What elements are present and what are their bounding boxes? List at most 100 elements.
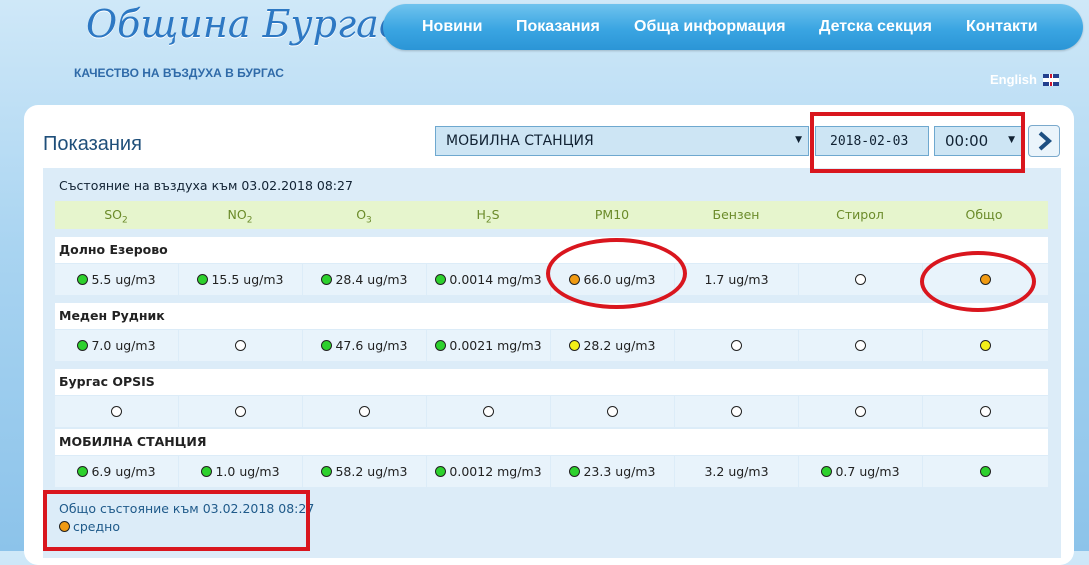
station-select[interactable]: МОБИЛНА СТАНЦИЯ ▼ — [435, 126, 809, 156]
reading-cell-total — [923, 330, 1048, 361]
status-dot-icon — [235, 340, 246, 351]
reading-value: 0.0012 mg/m3 — [449, 464, 542, 479]
status-dot-icon — [77, 466, 89, 477]
station-select-value: МОБИЛНА СТАНЦИЯ — [446, 133, 594, 149]
status-dot-icon — [569, 466, 581, 477]
nav-contacts[interactable]: Контакти — [966, 18, 1038, 36]
nav-readings[interactable]: Показания — [516, 18, 600, 36]
next-button[interactable] — [1028, 125, 1060, 157]
reading-cell-no2 — [179, 330, 302, 361]
reading-cell-no2: 1.0 ug/m3 — [179, 456, 302, 487]
reading-cell-no2 — [179, 396, 302, 427]
status-dot-icon — [821, 466, 833, 477]
status-dot-icon — [855, 274, 866, 285]
status-dot-icon — [855, 340, 866, 351]
annotation-box-summary — [43, 490, 310, 551]
reading-value: 0.0021 mg/m3 — [449, 338, 542, 353]
status-dot-icon — [731, 340, 742, 351]
reading-value: 0.7 ug/m3 — [835, 464, 900, 479]
status-dot-icon — [435, 466, 447, 477]
reading-cell-o3: 28.4 ug/m3 — [303, 264, 426, 295]
reading-cell-total — [923, 396, 1048, 427]
reading-cell-pm10: 28.2 ug/m3 — [551, 330, 674, 361]
nav-general-info[interactable]: Обща информация — [634, 18, 786, 36]
status-dot-icon — [483, 406, 494, 417]
reading-value: 47.6 ug/m3 — [335, 338, 408, 353]
reading-cell-benzene — [675, 396, 798, 427]
reading-cell-o3: 58.2 ug/m3 — [303, 456, 426, 487]
reading-cell-styrene — [799, 396, 922, 427]
status-dot-icon — [855, 406, 866, 417]
column-header-benzene: Бензен — [712, 207, 760, 222]
status-dot-icon — [435, 340, 447, 351]
column-header-styrene: Стирол — [836, 207, 884, 222]
status-dot-icon — [321, 466, 333, 477]
status-dot-icon — [359, 406, 370, 417]
annotation-box-datetime — [810, 112, 1025, 173]
column-header-pm10: PM10 — [594, 207, 630, 222]
reading-cell-no2: 15.5 ug/m3 — [179, 264, 302, 295]
reading-cell-benzene: 1.7 ug/m3 — [675, 264, 798, 295]
status-dot-icon — [569, 340, 581, 351]
status-dot-icon — [980, 340, 991, 351]
reading-value: 3.2 ug/m3 — [704, 464, 769, 479]
reading-cell-styrene: 0.7 ug/m3 — [799, 456, 922, 487]
reading-cell-so2: 5.5 ug/m3 — [55, 264, 178, 295]
reading-value: 1.0 ug/m3 — [215, 464, 280, 479]
reading-value: 6.9 ug/m3 — [91, 464, 156, 479]
status-dot-icon — [321, 340, 333, 351]
status-dot-icon — [111, 406, 122, 417]
status-dot-icon — [731, 406, 742, 417]
station-name: Долно Езерово — [59, 242, 168, 257]
reading-value: 15.5 ug/m3 — [211, 272, 284, 287]
reading-value: 28.4 ug/m3 — [335, 272, 408, 287]
status-dot-icon — [235, 406, 246, 417]
station-name-row — [55, 303, 1048, 329]
page-title: Показания — [43, 133, 142, 155]
status-dot-icon — [321, 274, 333, 285]
status-dot-icon — [607, 406, 618, 417]
station-name: Бургас OPSIS — [59, 374, 155, 389]
reading-cell-so2 — [55, 396, 178, 427]
reading-value: 23.3 ug/m3 — [583, 464, 656, 479]
column-header-total: Общо — [965, 207, 1003, 222]
status-dot-icon — [435, 274, 447, 285]
status-dot-icon — [201, 466, 213, 477]
nav-kids-section[interactable]: Детска секция — [819, 18, 932, 36]
reading-value: 0.0014 mg/m3 — [449, 272, 542, 287]
status-dot-icon — [77, 340, 89, 351]
reading-cell-o3: 47.6 ug/m3 — [303, 330, 426, 361]
annotation-circle-total — [920, 251, 1036, 312]
column-header-no2: NO2 — [227, 207, 253, 226]
station-name-row — [55, 369, 1048, 395]
reading-cell-benzene — [675, 330, 798, 361]
reading-cell-pm10: 23.3 ug/m3 — [551, 456, 674, 487]
reading-cell-pm10 — [551, 396, 674, 427]
main-nav: Новини Показания Обща информация Детска … — [383, 4, 1083, 50]
nav-news[interactable]: Новини — [422, 18, 483, 36]
column-header-h2s: H2S — [476, 207, 500, 226]
chevron-down-icon: ▼ — [795, 135, 802, 145]
site-tagline: КАЧЕСТВО НА ВЪЗДУХА В БУРГАС — [74, 66, 284, 80]
site-logo[interactable]: Община Бургас — [86, 2, 400, 46]
uk-flag-icon[interactable] — [1043, 74, 1059, 86]
reading-cell-h2s — [427, 396, 550, 427]
reading-value: 58.2 ug/m3 — [335, 464, 408, 479]
reading-cell-total — [923, 456, 1048, 487]
reading-cell-h2s: 0.0014 mg/m3 — [427, 264, 550, 295]
reading-value: 5.5 ug/m3 — [91, 272, 156, 287]
reading-cell-h2s: 0.0021 mg/m3 — [427, 330, 550, 361]
column-header-o3: O3 — [356, 207, 372, 226]
column-header-so2: SO2 — [104, 207, 128, 226]
language-link[interactable]: English — [990, 72, 1037, 87]
status-dot-icon — [980, 406, 991, 417]
chevron-right-icon — [1038, 131, 1053, 151]
reading-value: 28.2 ug/m3 — [583, 338, 656, 353]
reading-value: 7.0 ug/m3 — [91, 338, 156, 353]
reading-cell-benzene: 3.2 ug/m3 — [675, 456, 798, 487]
reading-cell-so2: 7.0 ug/m3 — [55, 330, 178, 361]
station-name: МОБИЛНА СТАНЦИЯ — [59, 434, 207, 449]
status-title: Състояние на въздуха към 03.02.2018 08:2… — [59, 178, 353, 193]
status-dot-icon — [77, 274, 89, 285]
annotation-circle-pm10 — [546, 238, 687, 309]
